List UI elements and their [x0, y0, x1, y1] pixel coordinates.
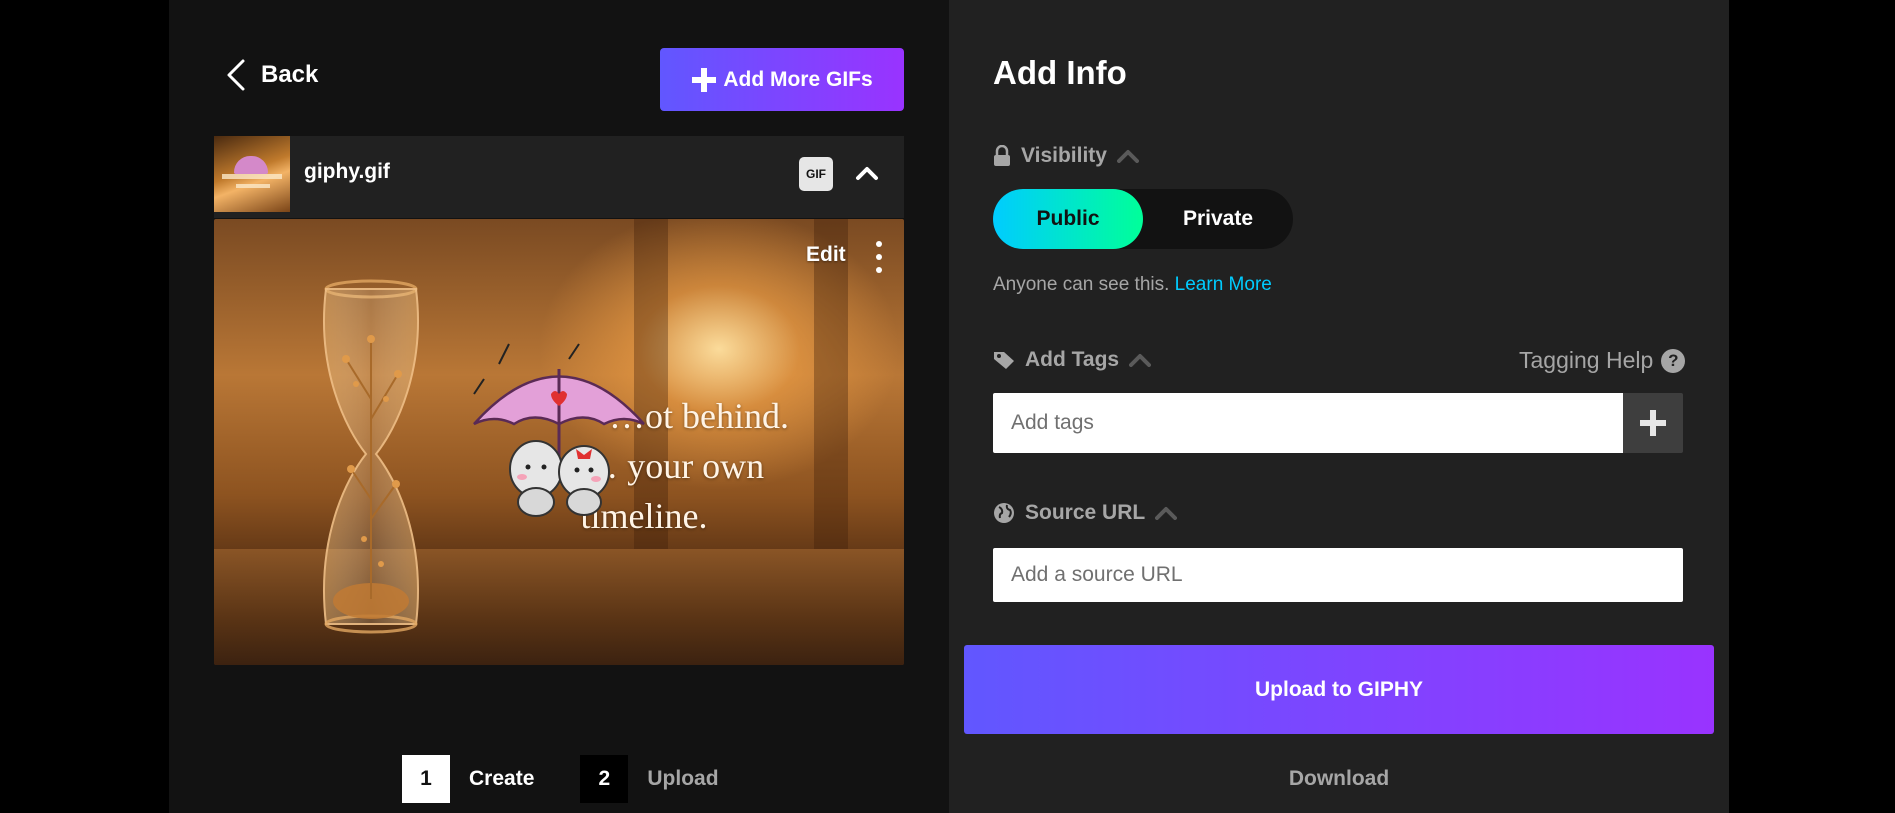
- plus-icon: [1640, 410, 1666, 436]
- gif-editor-panel: Back Add More GIFs giphy.gif GIF …ot beh…: [169, 0, 949, 813]
- upload-to-giphy-button[interactable]: Upload to GIPHY: [964, 645, 1714, 734]
- chevron-up-icon: [1116, 150, 1139, 163]
- page-title: Add Info: [993, 54, 1127, 91]
- chevron-up-icon: [1129, 354, 1152, 367]
- tagging-help-label: Tagging Help: [1519, 347, 1654, 373]
- add-info-panel: Add Info Visibility Public Private Anyon…: [949, 0, 1729, 813]
- hourglass-image: [323, 279, 419, 634]
- learn-more-link[interactable]: Learn More: [1175, 274, 1272, 295]
- download-link[interactable]: Download: [949, 767, 1729, 791]
- gif-badge: GIF: [799, 157, 833, 191]
- edit-button[interactable]: Edit: [806, 243, 846, 267]
- tagging-help-link[interactable]: Tagging Help ?: [1519, 347, 1686, 374]
- source-url-label: Source URL: [1025, 501, 1146, 524]
- visibility-note-text: Anyone can see this.: [993, 274, 1170, 295]
- step-2-label: Upload: [647, 767, 719, 790]
- add-more-gifs-label: Add More GIFs: [723, 67, 873, 91]
- chevron-left-icon: [227, 59, 245, 91]
- tags-input[interactable]: [993, 393, 1623, 453]
- visibility-header[interactable]: Visibility: [993, 144, 1139, 168]
- visibility-note: Anyone can see this. Learn More: [993, 274, 1272, 296]
- lock-icon: [994, 145, 1010, 166]
- back-label: Back: [261, 61, 319, 88]
- globe-icon: [994, 503, 1014, 523]
- plus-icon: [692, 67, 717, 92]
- step-2-number: 2: [580, 755, 629, 803]
- private-option[interactable]: Private: [1143, 189, 1293, 249]
- gif-thumbnail: [214, 136, 290, 212]
- kebab-menu-icon[interactable]: [874, 241, 884, 273]
- chevron-up-icon: [1155, 507, 1178, 520]
- back-button[interactable]: Back: [225, 58, 318, 92]
- step-1-number: 1: [402, 755, 450, 803]
- add-tag-button[interactable]: [1623, 393, 1683, 453]
- umbrella-characters-sticker: [473, 343, 645, 517]
- help-icon: ?: [1661, 348, 1686, 373]
- file-row: giphy.gif GIF: [214, 136, 904, 218]
- chevron-up-icon[interactable]: [854, 160, 880, 186]
- source-url-header[interactable]: Source URL: [993, 501, 1178, 525]
- visibility-label: Visibility: [1021, 144, 1107, 167]
- gif-preview: …ot behind. You… your own timeline. Edit: [214, 219, 904, 665]
- tag-icon: [994, 352, 1014, 369]
- visibility-toggle[interactable]: Public Private: [993, 189, 1293, 249]
- progress-steps: 1 Create 2 Upload: [402, 755, 719, 803]
- tags-label: Add Tags: [1025, 348, 1120, 371]
- file-name: giphy.gif: [304, 160, 390, 183]
- public-option[interactable]: Public: [993, 189, 1143, 249]
- tags-header[interactable]: Add Tags: [993, 348, 1152, 372]
- step-1-label: Create: [469, 767, 535, 790]
- add-more-gifs-button[interactable]: Add More GIFs: [660, 48, 904, 111]
- source-url-input[interactable]: [993, 548, 1683, 602]
